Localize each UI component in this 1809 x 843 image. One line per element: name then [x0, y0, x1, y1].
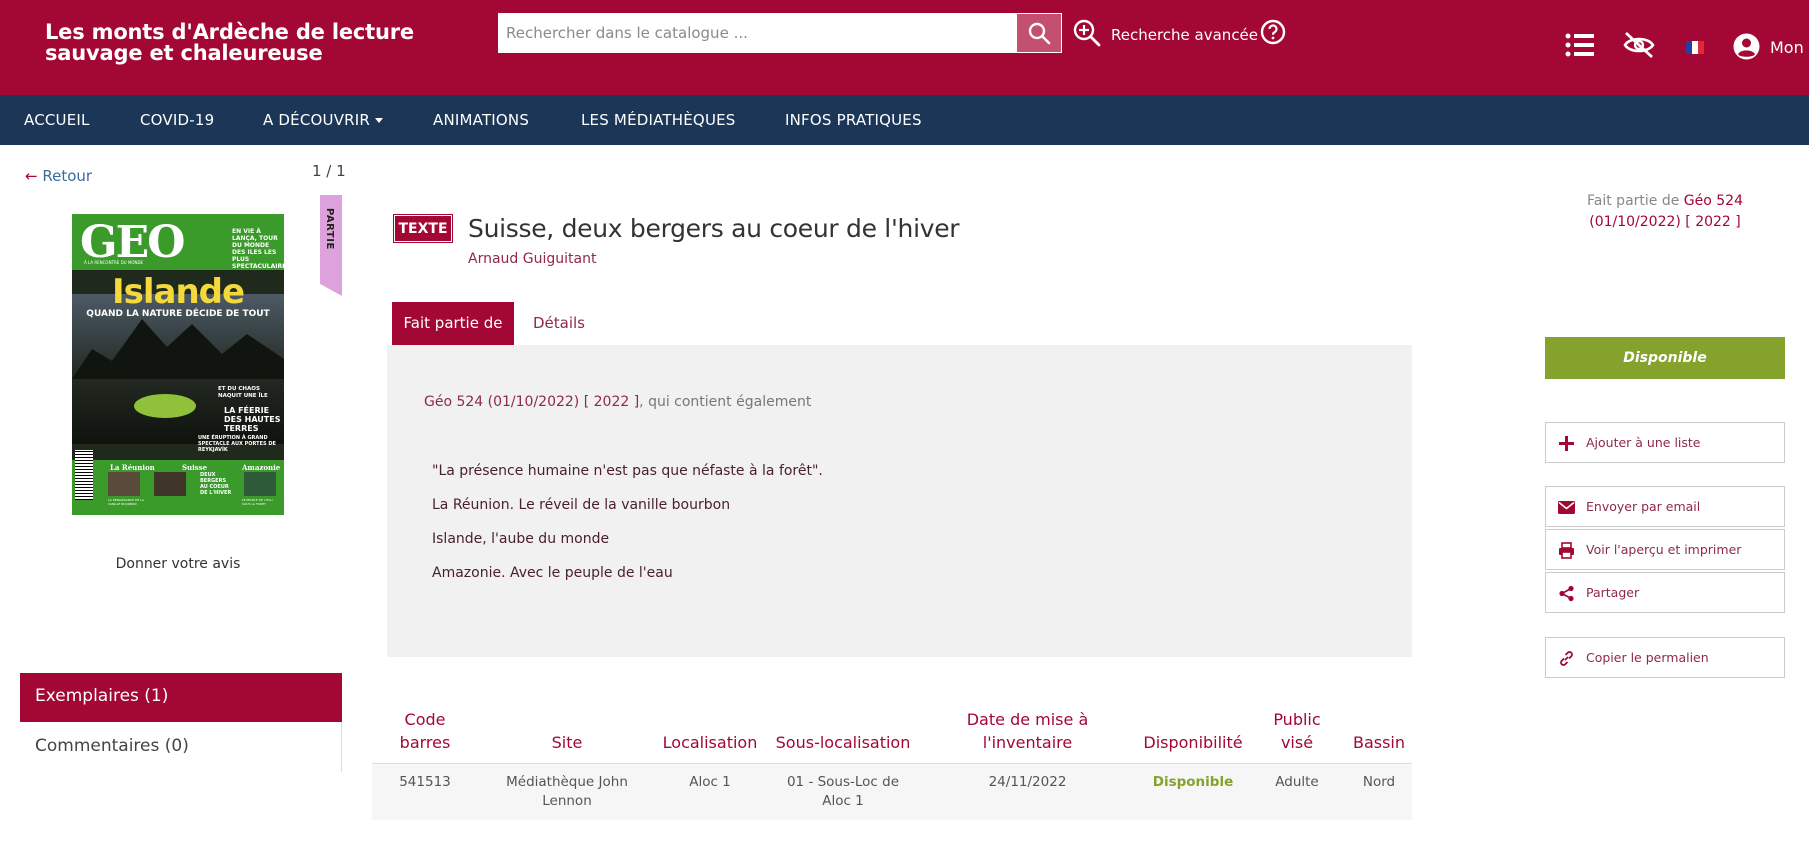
- cover-peaks: [72, 319, 284, 379]
- availability-button[interactable]: Disponible: [1545, 337, 1785, 379]
- record-author-link[interactable]: Arnaud Guiguitant: [468, 251, 596, 267]
- cover-thumb-3: [244, 472, 276, 496]
- nav-infos-pratiques[interactable]: INFOS PRATIQUES: [785, 111, 922, 129]
- cell-public-vise: Adulte: [1275, 774, 1319, 790]
- zoom-plus-icon[interactable]: [1072, 18, 1102, 48]
- copy-permalink-button[interactable]: Copier le permalien: [1545, 637, 1785, 678]
- cover-top-right-text: EN VIE À LANÇA, TOUR DU MONDE DES ILES L…: [232, 228, 284, 270]
- print-icon: [1559, 542, 1574, 559]
- search-button[interactable]: [1016, 13, 1062, 53]
- cover-headline: Islande: [111, 272, 245, 312]
- partie-label: PARTIE: [324, 208, 335, 250]
- cover-thumb-1: [108, 472, 140, 496]
- cell-disponibilite: Disponible: [1152, 774, 1234, 790]
- col-header-site[interactable]: Site: [497, 731, 637, 754]
- cover-thumb-2: [154, 472, 186, 496]
- related-item[interactable]: "La présence humaine n'est pas que néfas…: [432, 463, 823, 479]
- col-header-bassin[interactable]: Bassin: [1345, 731, 1413, 754]
- share-button[interactable]: Partager: [1545, 572, 1785, 613]
- cell-date-inventaire: 24/11/2022: [988, 774, 1067, 790]
- back-label: Retour: [42, 167, 93, 185]
- cell-sous-localisation: 01 - Sous-Loc de Aloc 1: [786, 774, 900, 809]
- share-icon: [1559, 585, 1574, 602]
- list-icon[interactable]: [1565, 32, 1595, 58]
- cover-label-reunion: La Réunion: [110, 463, 155, 472]
- nav-accueil[interactable]: ACCUEIL: [24, 111, 90, 129]
- col-header-code-barres[interactable]: Code barres: [380, 708, 470, 754]
- tab-details[interactable]: Détails: [514, 302, 604, 345]
- copy-permalink-label: Copier le permalien: [1586, 650, 1709, 665]
- parent-record-line: Géo 524 (01/10/2022) [ 2022 ], qui conti…: [424, 394, 811, 410]
- eye-slash-icon[interactable]: [1622, 30, 1656, 60]
- caret-down-icon: [375, 118, 384, 123]
- cover-bottom-blurb-3: LE PEUPLE DE L'EAU SOUS LA FORÊT: [242, 498, 273, 506]
- record-title: Suisse, deux bergers au coeur de l'hiver: [468, 214, 960, 243]
- cover-barcode: [75, 450, 93, 500]
- advanced-search-link[interactable]: Recherche avancée: [1111, 26, 1258, 44]
- type-badge: TEXTE: [393, 214, 453, 243]
- share-label: Partager: [1586, 585, 1640, 600]
- plus-icon: [1559, 436, 1574, 451]
- send-email-label: Envoyer par email: [1586, 499, 1701, 514]
- add-to-list-label: Ajouter à une liste: [1586, 435, 1701, 450]
- send-email-button[interactable]: Envoyer par email: [1545, 486, 1785, 527]
- search-icon: [1028, 22, 1051, 45]
- cell-localisation: Aloc 1: [689, 774, 731, 790]
- cover-blurb-1: ET DU CHAOS NAQUIT UNE ÎLE: [218, 386, 268, 399]
- link-icon: [1560, 651, 1573, 666]
- top-header: Les monts d'Ardèche de lecture sauvage e…: [0, 0, 1809, 95]
- give-review-link[interactable]: Donner votre avis: [72, 556, 284, 572]
- user-icon[interactable]: [1733, 33, 1760, 60]
- parent-record-link[interactable]: Géo 524 (01/10/2022) [ 2022 ]: [424, 394, 639, 410]
- cover-subhead: QUAND LA NATURE DÉCIDE DE TOUT: [86, 309, 270, 319]
- cell-bassin: Nord: [1362, 774, 1396, 790]
- cover-image[interactable]: GEO À LA RENCONTRE DU MONDE EN VIE À LAN…: [72, 214, 284, 515]
- print-preview-label: Voir l'aperçu et imprimer: [1586, 542, 1742, 557]
- cover-subbrand: À LA RENCONTRE DU MONDE: [84, 260, 144, 265]
- related-item[interactable]: Islande, l'aube du monde: [432, 531, 609, 547]
- result-pager: 1 / 1: [312, 162, 346, 180]
- related-item[interactable]: Amazonie. Avec le peuple de l'eau: [432, 565, 673, 581]
- add-to-list-button[interactable]: Ajouter à une liste: [1545, 422, 1785, 463]
- back-link[interactable]: ← Retour: [25, 167, 92, 185]
- print-preview-button[interactable]: Voir l'aperçu et imprimer: [1545, 529, 1785, 570]
- cover-label-amazonie: Amazonie: [242, 463, 281, 472]
- part-of-prefix: Fait partie de: [1587, 193, 1680, 209]
- search-input[interactable]: [498, 13, 1016, 53]
- col-header-disponibilite[interactable]: Disponibilité: [1135, 731, 1251, 754]
- main-nav: ACCUEIL COVID-19 A DÉCOUVRIR ANIMATIONS …: [0, 95, 1809, 145]
- cover-blurb-3: UNE ÉRUPTION À GRAND SPECTACLE AUX PORTE…: [198, 435, 276, 453]
- cover-label-suisse: Suisse: [182, 463, 208, 472]
- nav-covid-19[interactable]: COVID-19: [140, 111, 214, 129]
- help-icon[interactable]: [1260, 19, 1286, 45]
- account-link[interactable]: Mon c: [1770, 38, 1809, 57]
- nav-animations[interactable]: ANIMATIONS: [433, 111, 529, 129]
- cover-moss: [134, 394, 196, 418]
- cell-code-barres: 541513: [399, 774, 451, 790]
- col-header-date-inventaire[interactable]: Date de mise à l'inventaire: [955, 708, 1100, 754]
- parent-record-suffix: , qui contient également: [639, 394, 812, 410]
- french-flag-icon[interactable]: [1686, 41, 1704, 54]
- tab-fait-partie-de[interactable]: Fait partie de: [392, 302, 514, 345]
- related-item[interactable]: La Réunion. Le réveil de la vanille bour…: [432, 497, 730, 513]
- arrow-left-icon: ←: [25, 167, 38, 185]
- part-of-summary: Fait partie de Géo 524 (01/10/2022) [ 20…: [1540, 191, 1790, 233]
- nav-mediatheques[interactable]: LES MÉDIATHÈQUES: [581, 111, 736, 129]
- col-header-localisation[interactable]: Localisation: [656, 731, 764, 754]
- col-header-sous-localisation[interactable]: Sous-localisation: [770, 731, 916, 754]
- nav-a-decouvrir[interactable]: A DÉCOUVRIR: [263, 111, 384, 129]
- cover-blurb-2: LA FÉERIE DES HAUTES TERRES: [224, 406, 281, 433]
- nav-a-decouvrir-label: A DÉCOUVRIR: [263, 111, 371, 129]
- cell-site: Médiathèque John Lennon: [506, 774, 628, 809]
- envelope-icon: [1558, 501, 1575, 514]
- col-header-public-vise[interactable]: Public visé: [1265, 708, 1329, 754]
- site-title[interactable]: Les monts d'Ardèche de lecture sauvage e…: [45, 22, 425, 64]
- cover-bottom-blurb-1: LA RENAISSANCE DE LA VANILLE BOURBON: [108, 498, 144, 506]
- tab-commentaires[interactable]: Commentaires (0): [20, 722, 342, 772]
- cover-bottom-blurb-2: DEUX BERGERS AU COEUR DE L'HIVER: [200, 472, 232, 496]
- tab-exemplaires[interactable]: Exemplaires (1): [20, 673, 342, 722]
